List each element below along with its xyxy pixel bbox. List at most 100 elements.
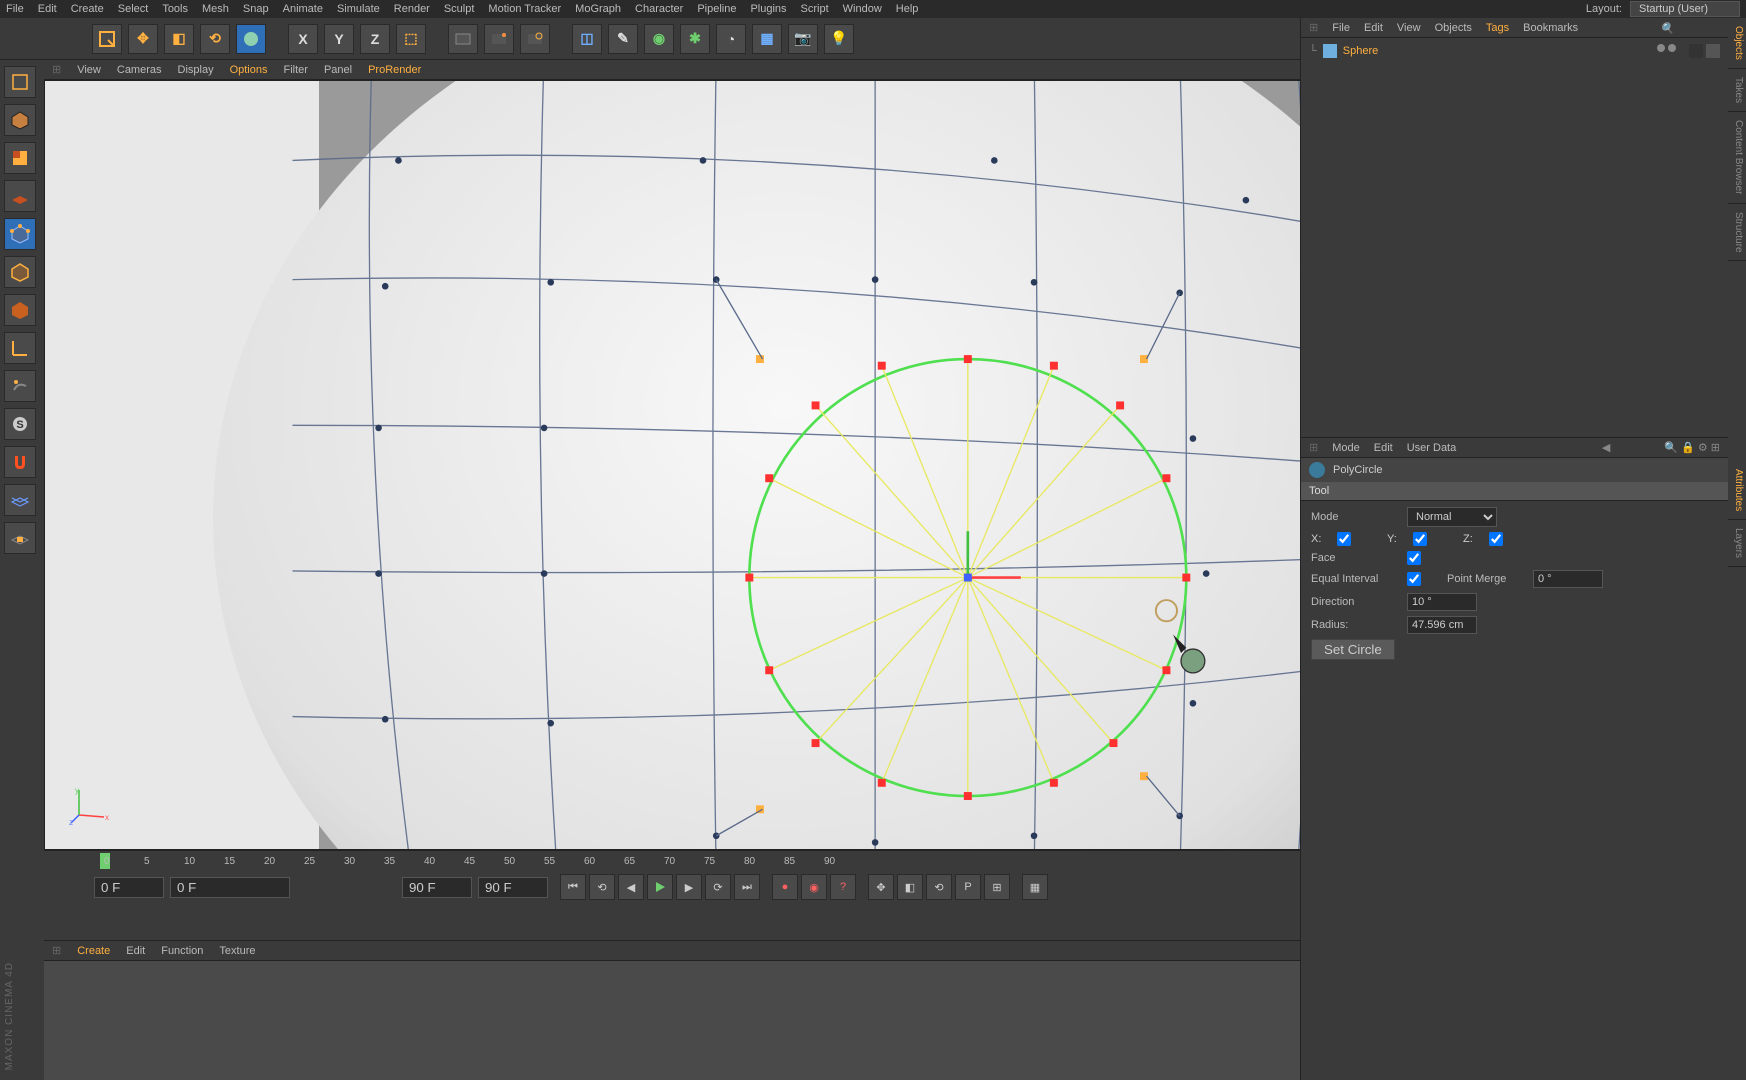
vis-render-dot[interactable] [1668,44,1676,52]
tag-icon[interactable] [1706,44,1720,58]
am-edit[interactable]: Edit [1374,442,1393,454]
keyframe-sel[interactable]: ? [830,874,856,900]
y-checkbox[interactable] [1413,532,1427,546]
menu-mograph[interactable]: MoGraph [575,3,621,15]
menu-motiontracker[interactable]: Motion Tracker [488,3,561,15]
tab-content[interactable]: Content Browser [1728,112,1746,203]
om-objects[interactable]: Objects [1435,22,1472,34]
x-axis-toggle[interactable]: X [288,24,318,54]
tweak-mode[interactable] [4,370,36,402]
object-sphere[interactable]: └ Sphere [1309,42,1720,60]
key-rot[interactable]: ⟲ [926,874,952,900]
om-view[interactable]: View [1397,22,1421,34]
menu-mesh[interactable]: Mesh [202,3,229,15]
add-cube[interactable]: ◫ [572,24,602,54]
animation-mode[interactable]: ▦ [1022,874,1048,900]
rotate-tool[interactable]: ⟲ [200,24,230,54]
menu-file[interactable]: File [6,3,24,15]
radius-field[interactable] [1407,616,1477,634]
vp-menu-cameras[interactable]: Cameras [117,64,162,76]
mat-menu-create[interactable]: Create [77,945,110,957]
workplane-mode[interactable] [4,180,36,212]
menu-help[interactable]: Help [896,3,919,15]
prev-frame[interactable]: ◀ [618,874,644,900]
add-light[interactable]: 💡 [824,24,854,54]
frame-end-field[interactable] [478,877,548,898]
scale-tool[interactable]: ◧ [164,24,194,54]
frame-start-field[interactable] [94,877,164,898]
add-nurbs[interactable]: ◉ [644,24,674,54]
filter-icon[interactable] [1676,22,1688,34]
vp-menu-filter[interactable]: Filter [284,64,308,76]
direction-field[interactable] [1407,593,1477,611]
mode-dropdown[interactable]: Normal [1407,507,1497,527]
eye-icon[interactable] [1692,22,1704,34]
vis-editor-dot[interactable] [1657,44,1665,52]
key-pla[interactable]: ⊞ [984,874,1010,900]
om-tags[interactable]: Tags [1486,22,1509,34]
record-button[interactable]: ● [772,874,798,900]
om-bookmarks[interactable]: Bookmarks [1523,22,1578,34]
menu-snap[interactable]: Snap [243,3,269,15]
tab-takes[interactable]: Takes [1728,69,1746,112]
menu-sculpt[interactable]: Sculpt [444,3,475,15]
layout-dropdown[interactable]: Startup (User) [1630,1,1740,17]
autokey-button[interactable]: ◉ [801,874,827,900]
menu-plugins[interactable]: Plugins [750,3,786,15]
edges-mode[interactable] [4,256,36,288]
menu-animate[interactable]: Animate [283,3,323,15]
points-mode[interactable] [4,218,36,250]
goto-start[interactable]: ⏮ [560,874,586,900]
om-file[interactable]: File [1332,22,1350,34]
menu-icon[interactable] [1708,22,1720,34]
mat-menu-function[interactable]: Function [161,945,203,957]
menu-select[interactable]: Select [118,3,149,15]
polygons-mode[interactable] [4,294,36,326]
mat-menu-edit[interactable]: Edit [126,945,145,957]
workplane-tool[interactable] [4,484,36,516]
key-pos[interactable]: ✥ [868,874,894,900]
play-button[interactable] [647,874,673,900]
eqinterval-checkbox[interactable] [1407,572,1421,586]
y-axis-toggle[interactable]: Y [324,24,354,54]
frame-range-start[interactable] [170,877,290,898]
object-tree[interactable]: └ Sphere [1301,38,1728,64]
tab-objects[interactable]: Objects [1728,18,1746,69]
move-tool[interactable]: ✥ [128,24,158,54]
pointmerge-field[interactable] [1533,570,1603,588]
z-checkbox[interactable] [1489,532,1503,546]
add-environment[interactable]: ▦ [752,24,782,54]
menu-tools[interactable]: Tools [162,3,188,15]
prev-key[interactable]: ⟲ [589,874,615,900]
goto-end[interactable]: ⏭ [734,874,760,900]
menu-pipeline[interactable]: Pipeline [697,3,736,15]
menu-render[interactable]: Render [394,3,430,15]
z-axis-toggle[interactable]: Z [360,24,390,54]
am-mode[interactable]: Mode [1332,442,1360,454]
locked-workplane[interactable] [4,522,36,554]
tab-structure[interactable]: Structure [1728,204,1746,262]
am-userdata[interactable]: User Data [1407,442,1457,454]
material-list[interactable] [44,961,1396,1080]
next-frame[interactable]: ▶ [676,874,702,900]
am-icons[interactable]: 🔍 🔒 ⚙ ⊞ [1664,441,1720,454]
mat-menu-texture[interactable]: Texture [219,945,255,957]
menu-script[interactable]: Script [801,3,829,15]
om-edit[interactable]: Edit [1364,22,1383,34]
add-camera[interactable]: 📷 [788,24,818,54]
vp-menu-options[interactable]: Options [230,64,268,76]
phong-tag-icon[interactable] [1689,44,1703,58]
model-mode[interactable] [4,104,36,136]
face-checkbox[interactable] [1407,551,1421,565]
tool-tab[interactable]: Tool [1301,482,1728,501]
add-pen[interactable]: ✎ [608,24,638,54]
search-icon[interactable]: 🔍 [1660,22,1672,34]
set-circle-button[interactable]: Set Circle [1311,639,1395,660]
texture-mode[interactable] [4,142,36,174]
next-key[interactable]: ⟳ [705,874,731,900]
render-picture-viewer[interactable] [484,24,514,54]
menu-simulate[interactable]: Simulate [337,3,380,15]
frame-range-end[interactable] [402,877,472,898]
vp-menu-prorender[interactable]: ProRender [368,64,421,76]
vp-menu-panel[interactable]: Panel [324,64,352,76]
